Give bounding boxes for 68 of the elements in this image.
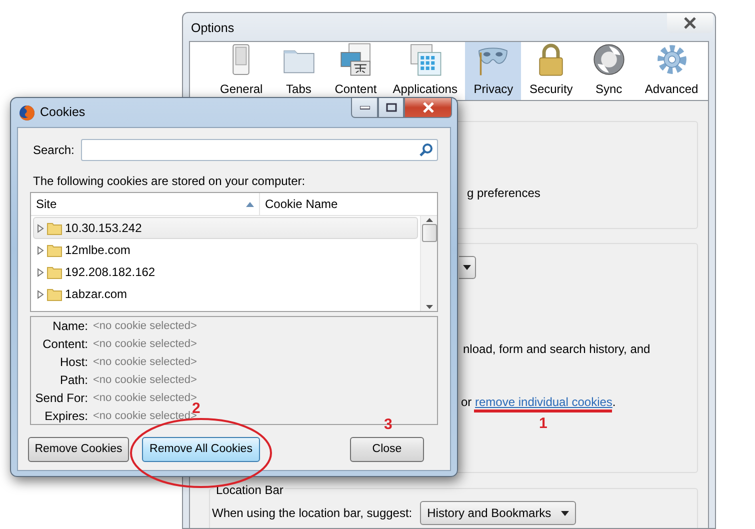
annotation-number: 3 bbox=[384, 416, 392, 433]
intro-text: The following cookies are stored on your computer: bbox=[33, 173, 306, 190]
dropdown[interactable] bbox=[459, 256, 476, 279]
suggest-dropdown[interactable]: History and Bookmarks bbox=[420, 501, 576, 525]
folder-icon bbox=[47, 221, 62, 235]
annotation-number: 1 bbox=[539, 415, 548, 432]
detail-value: <no cookie selected> bbox=[93, 354, 197, 370]
dialog-button[interactable]: Close bbox=[350, 437, 424, 462]
remove-cookies-link[interactable]: remove individual cookies bbox=[475, 395, 612, 409]
close-button[interactable] bbox=[404, 98, 452, 118]
search-icon bbox=[419, 143, 433, 157]
tree-row[interactable]: 1abzar.com bbox=[33, 283, 418, 305]
browser-logo-icon bbox=[19, 104, 35, 120]
caret-icon bbox=[561, 510, 570, 516]
preference-tab[interactable]: Tabs bbox=[270, 42, 327, 100]
detail-label: Expires: bbox=[44, 408, 88, 425]
preference-tab[interactable]: Privacy bbox=[465, 42, 522, 100]
close-icon bbox=[683, 17, 697, 29]
expand-triangle-icon[interactable] bbox=[37, 290, 44, 298]
detail-value: <no cookie selected> bbox=[93, 372, 197, 388]
tree-row[interactable]: 10.30.153.242 bbox=[33, 217, 418, 239]
preference-text: or bbox=[461, 395, 473, 409]
close-button[interactable] bbox=[667, 13, 713, 33]
preference-tab[interactable]: Content bbox=[326, 42, 385, 100]
field-label: Search: bbox=[33, 142, 74, 159]
detail-label: Send For: bbox=[34, 390, 88, 407]
scroll-thumb[interactable] bbox=[422, 224, 436, 242]
folder-icon bbox=[47, 287, 62, 301]
sort-caret-icon bbox=[246, 202, 254, 206]
minimize-button[interactable] bbox=[351, 98, 378, 118]
preference-text: nload, form and search history, and bbox=[463, 341, 650, 358]
detail-label: Path: bbox=[58, 372, 88, 389]
close-icon bbox=[422, 102, 434, 113]
preference-tab[interactable]: Applications bbox=[384, 42, 466, 100]
expand-triangle-icon[interactable] bbox=[37, 224, 44, 232]
dialog-button[interactable]: Remove All Cookies bbox=[142, 437, 260, 462]
column-header[interactable]: Cookie Name bbox=[260, 193, 343, 215]
tree-row[interactable]: 12mlbe.com bbox=[33, 239, 418, 261]
tree-row[interactable]: 192.208.182.162 bbox=[33, 261, 418, 283]
detail-value: <no cookie selected> bbox=[93, 390, 197, 404]
window-title: Options bbox=[190, 20, 236, 37]
expand-triangle-icon[interactable] bbox=[37, 246, 44, 254]
detail-label: Name: bbox=[52, 318, 88, 335]
scroll-up-icon[interactable] bbox=[426, 218, 432, 222]
field-label: When using the location bar, suggest: bbox=[212, 505, 412, 522]
preference-tab[interactable]: General bbox=[212, 42, 271, 100]
dialog-button[interactable]: Remove Cookies bbox=[28, 437, 129, 462]
preference-tab[interactable]: Sync bbox=[580, 42, 637, 100]
scrollbar[interactable] bbox=[420, 216, 437, 311]
detail-value: <no cookie selected> bbox=[93, 318, 197, 334]
punctuation: . bbox=[612, 395, 616, 409]
preference-tab[interactable]: Advanced bbox=[636, 42, 706, 100]
preference-text: g preferences bbox=[467, 185, 540, 202]
folder-icon bbox=[47, 265, 62, 279]
expand-triangle-icon[interactable] bbox=[37, 268, 44, 276]
folder-icon bbox=[47, 243, 62, 257]
scroll-down-icon[interactable] bbox=[426, 305, 432, 309]
maximize-button[interactable] bbox=[378, 98, 404, 118]
dialog-title: Cookies bbox=[40, 104, 86, 122]
preference-tab[interactable]: Security bbox=[521, 42, 581, 100]
search-field[interactable] bbox=[81, 139, 438, 161]
detail-value: <no cookie selected> bbox=[93, 336, 197, 352]
maximize-icon bbox=[386, 103, 396, 112]
caret-icon bbox=[463, 265, 471, 270]
detail-label: Host: bbox=[58, 354, 88, 371]
detail-label: Content: bbox=[42, 336, 88, 353]
column-header[interactable]: Site bbox=[31, 193, 260, 215]
minimize-icon bbox=[360, 106, 370, 110]
